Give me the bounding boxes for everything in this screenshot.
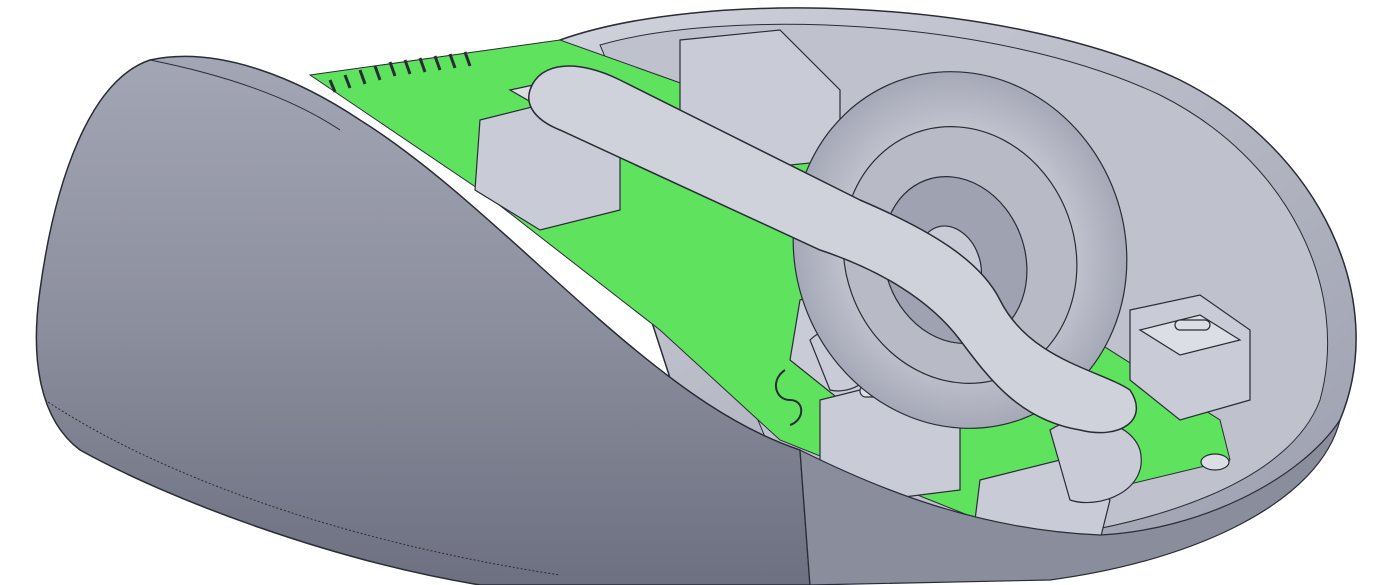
mouse-cad-render	[35, 7, 1357, 585]
